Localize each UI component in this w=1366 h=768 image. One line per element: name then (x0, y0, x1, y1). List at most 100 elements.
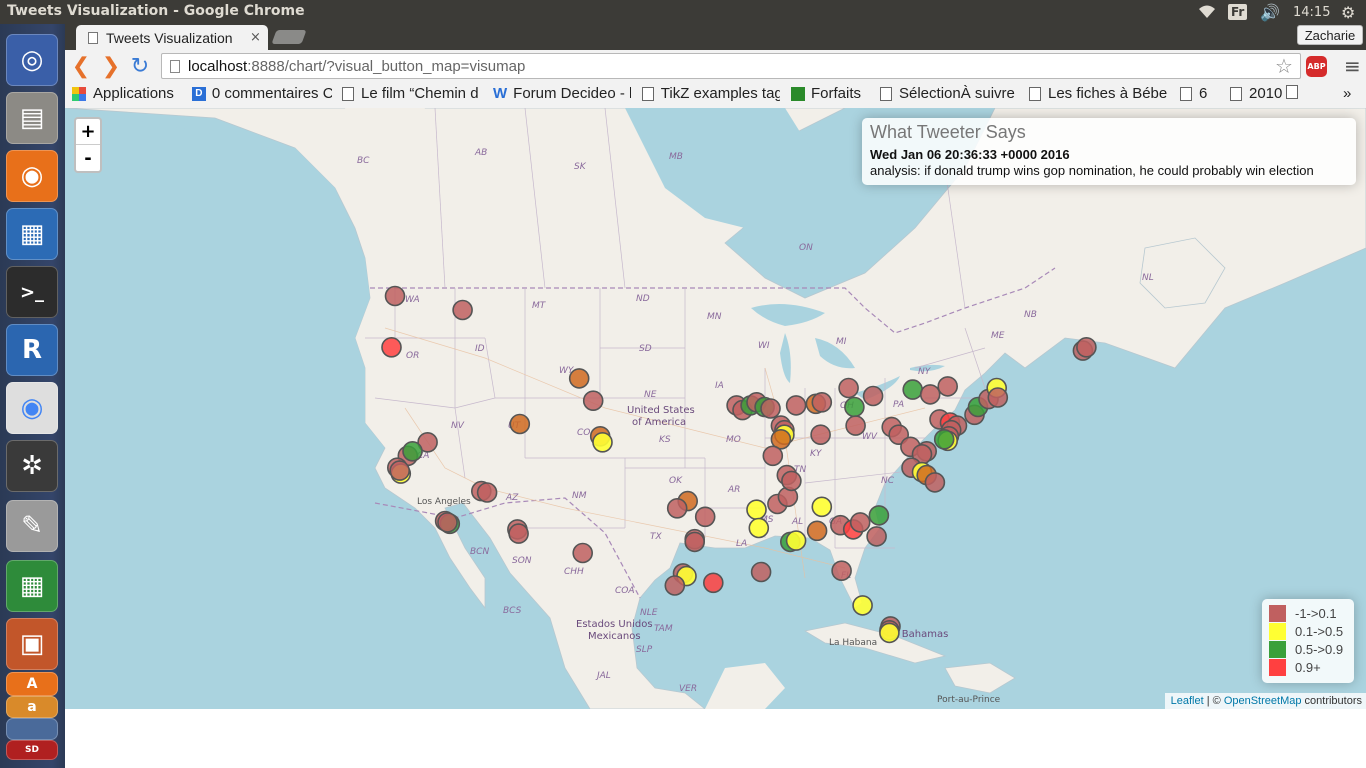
tweet-marker[interactable] (702, 572, 724, 594)
bookmark-applications[interactable]: Applications (72, 85, 174, 102)
impress-icon[interactable]: ▣ (6, 618, 58, 670)
tweet-marker[interactable] (902, 379, 924, 400)
tweet-marker[interactable] (1076, 337, 1097, 358)
tab-active[interactable]: Tweets Visualization × (76, 25, 268, 50)
software-center-icon[interactable]: A (6, 672, 58, 696)
back-icon[interactable]: ❮ (69, 54, 93, 79)
bookmark-item[interactable] (1286, 85, 1305, 99)
tweet-marker[interactable] (838, 377, 859, 399)
menu-icon[interactable]: ≡ (1344, 54, 1361, 78)
tweet-marker[interactable] (868, 505, 890, 526)
bookmark-item[interactable]: Forfaits (791, 85, 861, 102)
page-icon (88, 31, 98, 44)
bookmark-item[interactable]: 6 (1180, 85, 1207, 102)
adblock-icon[interactable]: ABP (1306, 56, 1327, 77)
tweet-marker[interactable] (866, 526, 887, 547)
tweet-marker[interactable] (811, 391, 833, 413)
tweet-marker[interactable] (987, 387, 1009, 408)
bookmark-star-icon[interactable]: ☆ (1275, 54, 1293, 78)
tweet-marker[interactable] (476, 482, 498, 503)
ubuntu-dash-icon[interactable]: ◎ (6, 34, 58, 86)
tweet-marker[interactable] (811, 496, 833, 518)
tweet-marker[interactable] (664, 575, 686, 596)
forward-icon[interactable]: ❯ (99, 54, 123, 79)
tweet-marker[interactable] (582, 390, 604, 412)
tweet-marker[interactable] (760, 398, 781, 419)
bookmark-item[interactable]: SélectionÀ suivre (880, 85, 1018, 102)
firefox-icon[interactable]: ◉ (6, 150, 58, 202)
tweet-marker[interactable] (919, 384, 941, 405)
tweet-marker[interactable] (937, 376, 959, 397)
profile-button[interactable]: Zacharie (1297, 25, 1363, 45)
chrome-icon[interactable]: ◉ (6, 382, 58, 434)
tweet-marker[interactable] (568, 368, 590, 389)
sd-card-icon[interactable]: SD (6, 740, 58, 760)
network-graph-icon[interactable]: ✲ (6, 440, 58, 492)
new-tab-button[interactable] (271, 30, 307, 44)
tweet-marker[interactable] (844, 396, 865, 418)
gear-icon[interactable]: ⚙ (1341, 0, 1355, 24)
legend-item: 0.5->0.9 (1269, 640, 1347, 658)
app-icon[interactable] (6, 718, 58, 740)
tweet-marker[interactable] (806, 520, 828, 542)
tweet-marker[interactable] (452, 299, 473, 321)
tweet-marker[interactable] (831, 560, 852, 582)
bookmark-item[interactable]: 2010 (1230, 85, 1282, 102)
tweet-marker[interactable] (748, 517, 770, 539)
tweet-marker[interactable] (785, 530, 807, 551)
calc-icon[interactable]: ▦ (6, 560, 58, 612)
leaflet-link[interactable]: Leaflet (1171, 695, 1204, 707)
bookmark-item[interactable]: Les fiches à Bébe (1029, 85, 1167, 102)
tweet-marker[interactable] (750, 561, 772, 583)
close-icon[interactable]: × (250, 30, 261, 45)
tweet-marker[interactable] (785, 395, 807, 416)
tweet-marker[interactable] (694, 506, 716, 528)
tweet-marker[interactable] (810, 424, 831, 446)
files-icon[interactable]: ▤ (6, 92, 58, 144)
label-bcn: BCN (470, 547, 489, 557)
zoom-out-button[interactable]: - (76, 145, 100, 171)
bookmark-item[interactable]: D0 commentaires C (192, 85, 332, 102)
bookmark-item[interactable]: Le film “Chemin d (342, 85, 482, 102)
wifi-icon[interactable] (1197, 0, 1217, 24)
tweet-marker[interactable] (384, 285, 406, 307)
address-bar[interactable]: localhost:8888/chart/?visual_button_map=… (161, 53, 1301, 79)
tweet-marker[interactable] (389, 460, 411, 481)
writer-icon[interactable]: ▦ (6, 208, 58, 260)
tweet-marker[interactable] (572, 542, 594, 564)
tweet-marker[interactable] (402, 440, 423, 462)
map-view[interactable]: BC AB SK MB ON NL NB ME WA MT ND MN OR I… (65, 108, 1366, 709)
tweet-marker[interactable] (924, 472, 946, 493)
terminal-icon[interactable]: >_ (6, 266, 58, 318)
tweet-marker[interactable] (879, 622, 900, 644)
tweet-marker[interactable] (381, 337, 402, 358)
text-editor-icon[interactable]: ✎ (6, 500, 58, 552)
tweet-marker[interactable] (509, 413, 531, 435)
bookmark-item[interactable]: W Forum Decideo - l (493, 85, 631, 102)
tweet-marker[interactable] (746, 499, 767, 521)
tweet-marker[interactable] (437, 512, 458, 533)
label-wi: WI (758, 341, 770, 351)
tweet-marker[interactable] (762, 445, 784, 467)
clock[interactable]: 14:15 (1293, 0, 1330, 24)
tweet-marker[interactable] (933, 428, 955, 450)
tweet-marker[interactable] (845, 415, 866, 436)
osm-link[interactable]: OpenStreetMap (1224, 695, 1302, 707)
keyboard-layout-indicator[interactable]: Fr (1228, 0, 1248, 24)
tweet-marker[interactable] (781, 470, 802, 492)
tweet-marker[interactable] (684, 531, 706, 553)
tweet-marker[interactable] (666, 497, 688, 519)
tweet-marker[interactable] (849, 512, 871, 533)
bookmark-item[interactable]: TikZ examples tag (642, 85, 780, 102)
tweet-marker[interactable] (592, 431, 613, 453)
label-or: OR (406, 351, 419, 361)
tweet-marker[interactable] (508, 523, 529, 544)
tweet-marker[interactable] (862, 385, 884, 407)
reload-icon[interactable]: ↻ (128, 54, 152, 79)
volume-icon[interactable]: 🔊 (1260, 0, 1280, 24)
zoom-in-button[interactable]: + (76, 119, 100, 145)
tweet-marker[interactable] (852, 595, 873, 616)
r-icon[interactable]: R (6, 324, 58, 376)
bookmarks-overflow-button[interactable]: » (1343, 85, 1351, 102)
amazon-icon[interactable]: a (6, 696, 58, 718)
